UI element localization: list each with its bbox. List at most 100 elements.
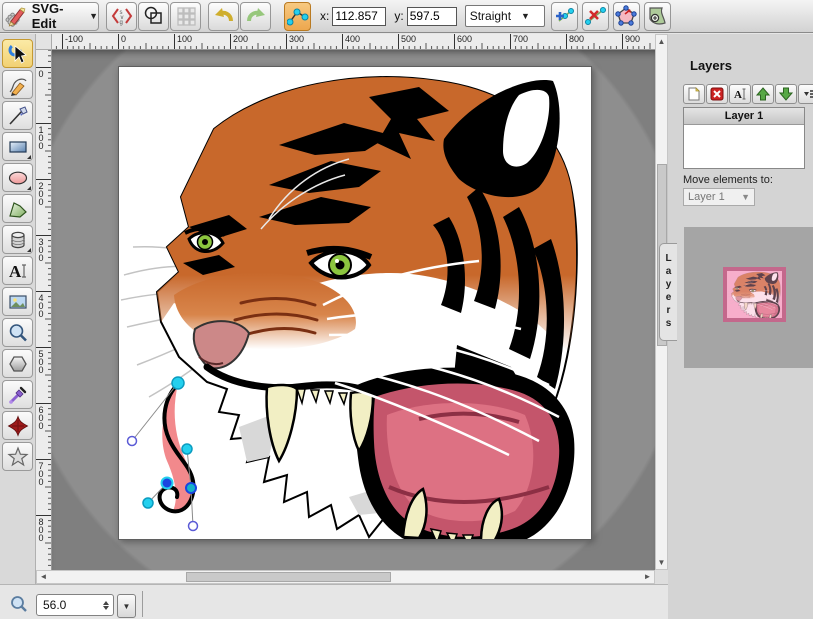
tool-ellipse[interactable]	[2, 163, 33, 192]
layer-menu-button[interactable]	[798, 84, 813, 104]
horizontal-ruler: -10001002003004005006007008009001000	[52, 34, 655, 50]
chevron-down-icon: ▼	[521, 11, 530, 21]
layer-row-selected[interactable]: Layer 1	[684, 108, 804, 125]
red-ornament-icon	[7, 415, 29, 437]
eyedropper-icon	[7, 384, 29, 406]
segment-type-select[interactable]: Straight ▼	[465, 5, 545, 27]
tool-shape-library[interactable]	[2, 225, 33, 254]
zoom-spinner[interactable]	[103, 601, 113, 610]
y-coordinate-label: y:	[394, 9, 403, 23]
shape-zoom-button[interactable]	[644, 2, 671, 31]
tool-shape-ornament[interactable]	[2, 411, 33, 440]
tool-text[interactable]: A	[2, 256, 33, 285]
horizontal-scroll-thumb[interactable]	[186, 572, 391, 582]
menu-list-icon	[802, 87, 813, 101]
main-menu-button[interactable]: SVG-Edit ▼	[2, 2, 99, 31]
zoom-level-value: 56.0	[43, 598, 66, 612]
ruler-corner	[36, 34, 52, 50]
red-x-icon	[710, 87, 724, 101]
cylinder-icon	[7, 229, 29, 251]
ruler-label: 300	[36, 236, 45, 292]
svg-source-icon: s v g	[111, 5, 133, 27]
tiger-thumbnail-image	[727, 271, 782, 318]
control-handle[interactable]	[189, 522, 198, 531]
rectangle-icon	[7, 136, 29, 158]
x-coordinate-input[interactable]	[332, 7, 386, 26]
scroll-right-arrow[interactable]: ►	[642, 571, 653, 582]
svg-text:A: A	[734, 89, 742, 101]
source-editor-button[interactable]: s v g	[106, 2, 137, 31]
undo-arrow-icon	[212, 5, 236, 27]
text-icon: A	[7, 260, 29, 282]
tool-select[interactable]	[2, 39, 33, 68]
ruler-label: 100	[175, 34, 231, 44]
open-path-icon	[615, 5, 637, 27]
magnifier-icon	[7, 322, 29, 344]
undo-button[interactable]	[208, 2, 239, 31]
svg-canvas[interactable]	[118, 66, 592, 540]
tool-eyedropper[interactable]	[2, 380, 33, 409]
new-layer-button[interactable]	[683, 84, 705, 104]
delete-layer-button[interactable]	[706, 84, 728, 104]
move-layer-down-button[interactable]	[775, 84, 797, 104]
path-tool-icon	[7, 198, 29, 220]
tool-line[interactable]	[2, 101, 33, 130]
segment-type-value: Straight	[470, 9, 511, 23]
scroll-left-arrow[interactable]: ◄	[38, 571, 49, 582]
path-node-selected[interactable]	[186, 483, 196, 493]
flyout-marker-icon	[27, 151, 31, 159]
tool-polygon[interactable]	[2, 349, 33, 378]
wireframe-button[interactable]	[138, 2, 169, 31]
tool-path[interactable]	[2, 194, 33, 223]
path-node[interactable]	[172, 377, 184, 389]
tool-rectangle[interactable]	[2, 132, 33, 161]
main-menu-label: SVG-Edit	[32, 1, 85, 31]
spinner-up-icon[interactable]	[103, 601, 109, 605]
scroll-up-arrow[interactable]: ▲	[656, 36, 667, 47]
tool-pencil[interactable]	[2, 70, 33, 99]
layers-panel: Layers A	[668, 34, 813, 619]
tool-zoom[interactable]	[2, 318, 33, 347]
flyout-marker-icon	[27, 244, 31, 252]
move-layer-up-button[interactable]	[752, 84, 774, 104]
layers-side-tab[interactable]: Layers	[659, 243, 677, 341]
layer-list[interactable]: Layer 1	[683, 107, 805, 169]
ruler-label: 800	[567, 34, 623, 44]
spinner-down-icon[interactable]	[103, 606, 109, 610]
move-elements-label: Move elements to:	[683, 174, 773, 186]
grid-button[interactable]	[170, 2, 201, 31]
ruler-label: 200	[231, 34, 287, 44]
move-target-select[interactable]: Layer 1 ▼	[683, 188, 755, 206]
workspace[interactable]	[52, 50, 655, 570]
zoom-magnifier-icon	[10, 595, 28, 613]
path-node[interactable]	[182, 444, 192, 454]
open-path-button[interactable]	[613, 2, 640, 31]
zoom-preset-dropdown[interactable]: ▼	[117, 594, 136, 618]
ruler-label: 800	[36, 516, 45, 570]
ruler-label: 700	[36, 460, 45, 516]
horizontal-scrollbar[interactable]: ◄ ►	[36, 570, 655, 584]
scroll-down-arrow[interactable]: ▼	[656, 557, 667, 568]
layers-panel-title: Layers	[690, 58, 732, 73]
zoom-level-input[interactable]: 56.0	[36, 594, 114, 616]
path-node[interactable]	[143, 498, 153, 508]
tool-star[interactable]	[2, 442, 33, 471]
hexagon-icon	[7, 353, 29, 375]
ruler-label: 700	[511, 34, 567, 44]
rename-layer-button[interactable]: A	[729, 84, 751, 104]
tiger-artwork	[119, 67, 591, 539]
top-toolbar: SVG-Edit ▼ s v g	[0, 0, 813, 33]
layer-thumbnail[interactable]	[723, 267, 786, 322]
link-control-points-button[interactable]	[284, 2, 311, 31]
path-node-selected[interactable]	[162, 478, 173, 489]
pencil-icon	[7, 74, 29, 96]
layers-side-tab-label: Layers	[663, 253, 674, 331]
grid-icon	[175, 5, 197, 27]
x-coordinate-label: x:	[320, 9, 329, 23]
redo-button[interactable]	[240, 2, 271, 31]
add-node-button[interactable]	[551, 2, 578, 31]
y-coordinate-input[interactable]	[407, 7, 457, 26]
tool-image[interactable]	[2, 287, 33, 316]
control-handle[interactable]	[128, 437, 137, 446]
delete-node-button[interactable]	[582, 2, 609, 31]
